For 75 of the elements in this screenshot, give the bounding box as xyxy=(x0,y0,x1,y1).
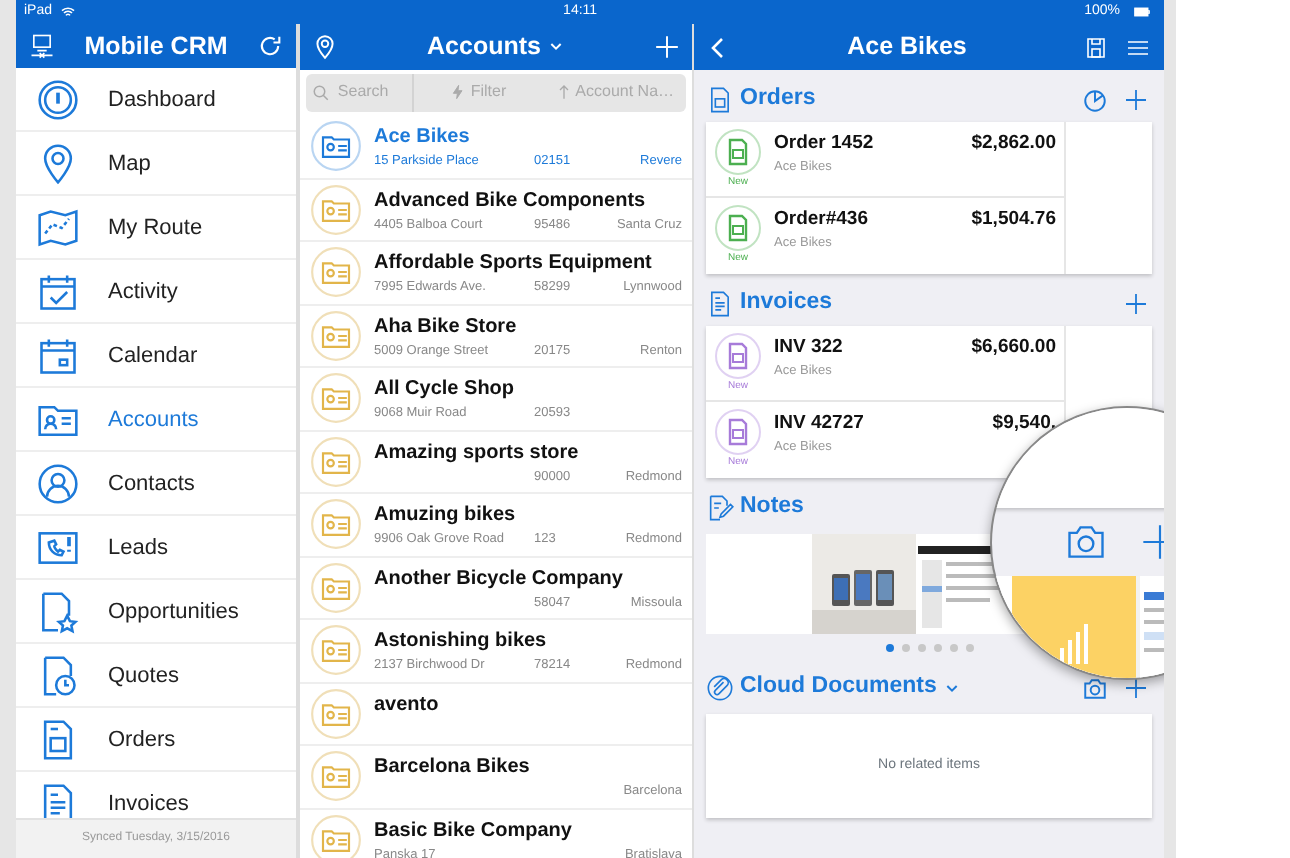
app-title: Mobile CRM xyxy=(84,29,228,64)
caret-icon xyxy=(944,680,961,696)
id-card-icon xyxy=(310,120,362,173)
account-name: Aha Bike Store xyxy=(374,313,519,342)
record-title: Order#436 xyxy=(774,206,871,234)
document-icon xyxy=(714,408,762,457)
section-title: Invoices xyxy=(740,288,833,319)
menu-icon[interactable] xyxy=(1123,35,1152,59)
account-row[interactable]: avento xyxy=(300,683,692,747)
account-name: All Cycle Shop xyxy=(374,376,517,405)
record-amount: $2,862.00 xyxy=(971,130,1056,158)
document-icon xyxy=(706,86,734,114)
record-title: INV 322 xyxy=(774,334,845,362)
record-amount: $9,540. xyxy=(992,410,1056,438)
record-title: Order 1452 xyxy=(774,130,876,158)
camera-icon[interactable] xyxy=(1064,520,1108,564)
id-card-icon xyxy=(310,309,362,362)
section-title: Notes xyxy=(740,492,804,523)
account-name: Barcelona Bikes xyxy=(374,754,532,783)
search-icon xyxy=(311,83,330,102)
section-title-dropdown[interactable]: Cloud Documents xyxy=(740,670,961,706)
account-name: Ace Bikes xyxy=(374,124,472,153)
computer-icon[interactable] xyxy=(28,32,56,61)
account-name: Basic Bike Company xyxy=(374,817,574,846)
document-icon xyxy=(706,290,734,318)
plus-icon[interactable] xyxy=(1124,292,1148,316)
id-card-icon xyxy=(310,561,362,614)
detail-title: Ace Bikes xyxy=(847,30,967,65)
id-card-icon xyxy=(310,750,362,803)
plus-icon[interactable] xyxy=(1124,88,1148,112)
sync-icon[interactable] xyxy=(256,32,284,61)
account-name: Amazing sports store xyxy=(374,439,581,468)
page-dot[interactable] xyxy=(917,644,925,652)
lightning-icon xyxy=(450,84,467,101)
gauge-icon xyxy=(36,77,80,122)
save-icon[interactable] xyxy=(1083,35,1108,59)
camera-icon[interactable] xyxy=(1082,675,1108,701)
caret-icon xyxy=(548,38,565,55)
account-name: Advanced Bike Components xyxy=(374,187,648,216)
record-amount: $6,660.00 xyxy=(971,334,1056,362)
section-title: Orders xyxy=(740,84,816,115)
note-pencil-icon xyxy=(706,494,734,522)
document-icon xyxy=(714,204,762,253)
account-name: Affordable Sports Equipment xyxy=(374,250,654,279)
id-card-icon xyxy=(310,624,362,677)
document-star-icon xyxy=(36,589,80,634)
document-icon xyxy=(714,127,762,176)
id-card-icon xyxy=(310,498,362,551)
id-card-icon xyxy=(310,435,362,488)
id-card-icon xyxy=(310,183,362,236)
arrow-up-icon xyxy=(555,84,572,101)
person-icon xyxy=(36,461,80,506)
route-map-icon xyxy=(36,205,80,250)
id-card-icon xyxy=(310,372,362,425)
record-title: INV 42727 xyxy=(774,410,866,438)
pin-icon[interactable] xyxy=(312,33,338,60)
page-dot[interactable] xyxy=(949,644,957,652)
id-card-icon xyxy=(310,687,362,740)
id-card-icon xyxy=(310,813,362,858)
wifi-icon xyxy=(60,4,77,20)
page-dot[interactable] xyxy=(901,644,909,652)
account-name: Another Bicycle Company xyxy=(374,565,625,594)
page-dot[interactable] xyxy=(885,644,893,652)
id-card-icon xyxy=(310,246,362,299)
plus-icon[interactable] xyxy=(1124,676,1148,700)
pie-chart-icon[interactable] xyxy=(1082,87,1108,113)
page-dot[interactable] xyxy=(965,644,973,652)
paperclip-icon xyxy=(706,674,734,702)
page-dot[interactable] xyxy=(933,644,941,652)
record-amount: $1,504.76 xyxy=(971,206,1056,234)
account-name: avento xyxy=(374,691,441,720)
search-field[interactable]: Search xyxy=(333,78,406,107)
account-name: Astonishing bikes xyxy=(374,628,549,657)
account-name: Amuzing bikes xyxy=(374,502,518,531)
document-icon xyxy=(714,331,762,380)
